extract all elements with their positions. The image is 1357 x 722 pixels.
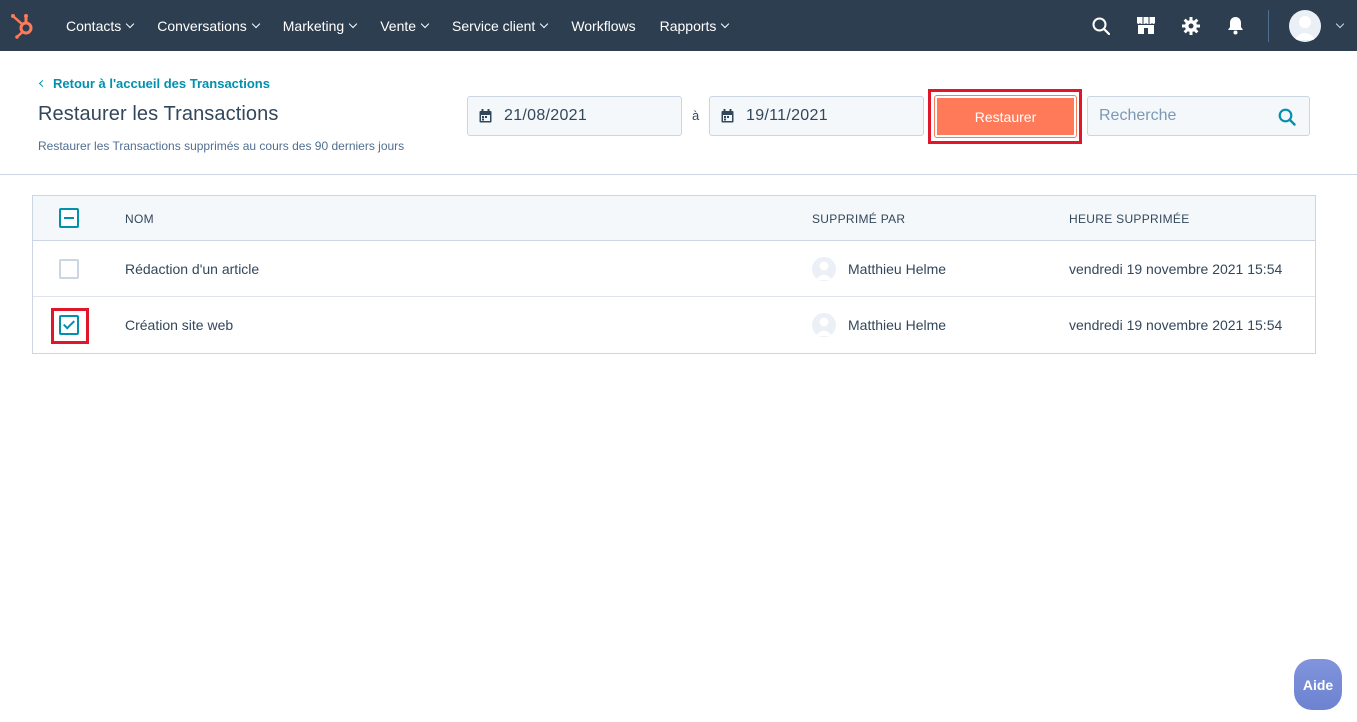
table-row[interactable]: Rédaction d'un article Matthieu Helme ve… bbox=[33, 241, 1315, 297]
nav-item-marketing[interactable]: Marketing bbox=[271, 0, 368, 51]
notifications-button[interactable] bbox=[1213, 0, 1258, 51]
chevron-down-icon bbox=[126, 19, 135, 28]
calendar-icon bbox=[721, 109, 734, 123]
nav-item-conversations[interactable]: Conversations bbox=[145, 0, 271, 51]
user-icon bbox=[1294, 15, 1316, 40]
gear-icon bbox=[1181, 16, 1200, 35]
date-to-value: 19/11/2021 bbox=[746, 107, 828, 124]
chevron-down-icon bbox=[348, 19, 358, 28]
date-from-value: 21/08/2021 bbox=[504, 107, 588, 124]
chevron-down-icon bbox=[721, 19, 730, 28]
row-deleted-by: Matthieu Helme bbox=[848, 317, 947, 333]
help-button[interactable]: Aide bbox=[1294, 659, 1342, 710]
row-checkbox[interactable] bbox=[59, 259, 79, 279]
date-from-input[interactable]: 21/08/2021 bbox=[467, 96, 682, 136]
avatar bbox=[812, 313, 836, 337]
main-menu: Contacts Conversations Marketing Vente S… bbox=[54, 0, 740, 51]
header-divider bbox=[0, 174, 1357, 175]
nav-item-vente[interactable]: Vente bbox=[368, 0, 440, 51]
search-button[interactable] bbox=[1078, 0, 1123, 51]
settings-button[interactable] bbox=[1168, 0, 1213, 51]
marketplace-button[interactable] bbox=[1123, 0, 1168, 51]
account-avatar[interactable] bbox=[1289, 9, 1321, 42]
column-header-name[interactable]: NOM bbox=[125, 212, 154, 226]
chevron-down-icon bbox=[420, 19, 430, 28]
page-subtitle: Restaurer les Transactions supprimés au … bbox=[38, 139, 405, 153]
chevron-left-icon bbox=[38, 79, 47, 88]
account-chevron-down-icon[interactable] bbox=[1335, 19, 1345, 28]
chevron-down-icon bbox=[251, 19, 260, 28]
calendar-icon bbox=[479, 109, 492, 123]
row-deleted-by: Matthieu Helme bbox=[848, 261, 947, 277]
back-link[interactable]: Retour à l'accueil des Transactions bbox=[38, 76, 270, 91]
nav-divider bbox=[1268, 9, 1269, 42]
search-field[interactable] bbox=[1087, 96, 1310, 136]
hubspot-logo-icon[interactable] bbox=[9, 11, 37, 39]
nav-utilities bbox=[1078, 0, 1357, 51]
marketplace-icon bbox=[1136, 17, 1155, 34]
restore-button[interactable]: Restaurer bbox=[934, 95, 1077, 138]
row-deleted-at: vendredi 19 novembre 2021 15:54 bbox=[1069, 317, 1283, 333]
search-icon bbox=[1092, 17, 1110, 35]
user-icon bbox=[816, 317, 832, 336]
table-row[interactable]: Création site web Matthieu Helme vendred… bbox=[33, 297, 1315, 353]
chevron-down-icon bbox=[540, 19, 549, 28]
row-checkbox[interactable] bbox=[59, 315, 79, 335]
user-icon bbox=[816, 261, 832, 280]
top-navigation: Contacts Conversations Marketing Vente S… bbox=[0, 0, 1357, 51]
date-to-input[interactable]: 19/11/2021 bbox=[709, 96, 924, 136]
bell-icon bbox=[1228, 17, 1243, 35]
checkmark-icon bbox=[62, 317, 76, 330]
search-input[interactable] bbox=[1088, 107, 1268, 125]
search-icon[interactable] bbox=[1278, 108, 1296, 126]
date-separator: à bbox=[692, 108, 700, 123]
nav-item-service-client[interactable]: Service client bbox=[440, 0, 559, 51]
nav-item-workflows[interactable]: Workflows bbox=[559, 0, 647, 51]
deleted-deals-table: NOM SUPPRIMÉ PAR HEURE SUPPRIMÉE Rédacti… bbox=[32, 195, 1316, 354]
page-title: Restaurer les Transactions bbox=[38, 103, 279, 125]
row-name: Rédaction d'un article bbox=[125, 261, 260, 277]
row-deleted-at: vendredi 19 novembre 2021 15:54 bbox=[1069, 261, 1283, 277]
indeterminate-icon bbox=[64, 217, 74, 219]
avatar bbox=[812, 257, 836, 281]
column-header-deleted-at[interactable]: HEURE SUPPRIMÉE bbox=[1069, 212, 1190, 226]
table-header: NOM SUPPRIMÉ PAR HEURE SUPPRIMÉE bbox=[33, 196, 1315, 241]
row-name: Création site web bbox=[125, 317, 234, 333]
nav-item-contacts[interactable]: Contacts bbox=[54, 0, 145, 51]
nav-item-rapports[interactable]: Rapports bbox=[648, 0, 741, 51]
column-header-deleted-by[interactable]: SUPPRIMÉ PAR bbox=[812, 212, 905, 226]
select-all-checkbox[interactable] bbox=[59, 208, 79, 228]
